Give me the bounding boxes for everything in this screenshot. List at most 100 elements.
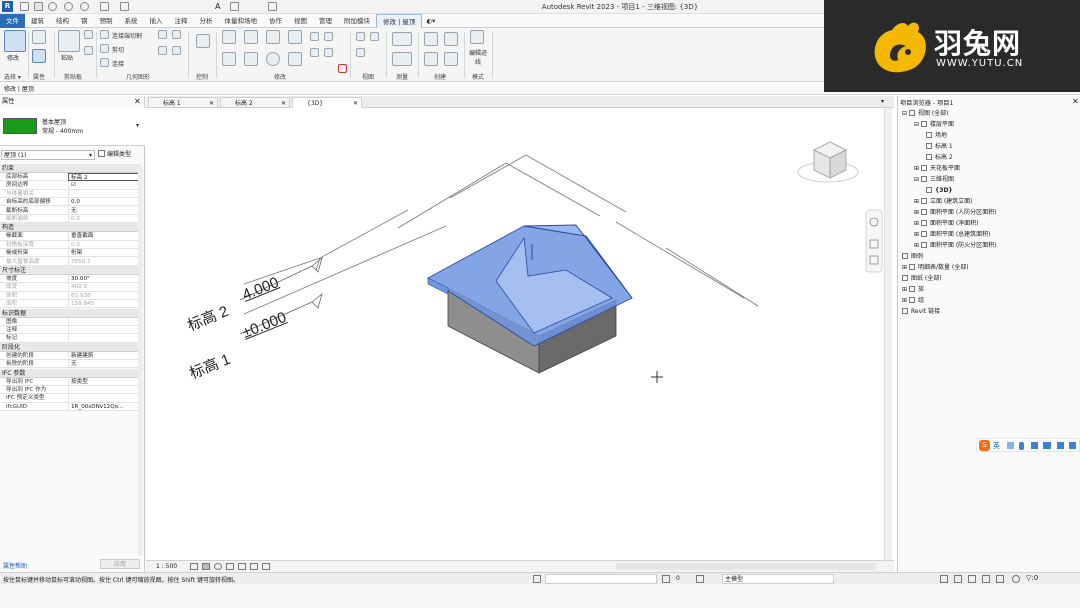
browser-item[interactable]: 图例 <box>902 251 923 262</box>
property-value[interactable]: ☑ <box>68 181 140 190</box>
join-icon[interactable] <box>100 58 109 67</box>
browser-item[interactable]: ⊞ 面积平面 (净面积) <box>914 218 979 229</box>
geometry-tool-4-icon[interactable] <box>172 46 181 55</box>
text-icon[interactable]: A <box>215 2 224 11</box>
ime-skin-icon[interactable] <box>1031 442 1038 449</box>
tab-file[interactable]: 文件 <box>0 13 25 28</box>
select-links-icon[interactable] <box>940 575 948 583</box>
ime-toolbar[interactable]: S 英 <box>976 438 1080 452</box>
property-value[interactable]: 1R_00sDNv12Qo... <box>68 402 140 411</box>
expand-icon[interactable]: ⊞ <box>902 264 909 271</box>
expand-icon[interactable]: ⊞ <box>914 209 921 216</box>
geometry-tool-2-icon[interactable] <box>172 30 181 39</box>
browser-item[interactable]: ⊟ 视图 (全部) <box>902 108 949 119</box>
design-options-field[interactable] <box>545 574 657 584</box>
select-dropdown[interactable]: 选择 ▾ <box>4 72 21 81</box>
browser-item[interactable]: 图纸 (全部) <box>902 273 942 284</box>
pin-icon[interactable] <box>196 34 210 48</box>
property-value[interactable] <box>68 334 140 343</box>
properties-help-link[interactable]: 属性帮助 <box>3 561 27 570</box>
tab-annotate[interactable]: 注释 <box>169 14 194 28</box>
switch-windows-icon[interactable] <box>268 2 277 11</box>
viewcube-icon[interactable] <box>797 141 859 183</box>
browser-item[interactable]: 场地 <box>926 130 947 141</box>
property-value[interactable]: 标高 2 <box>68 173 140 181</box>
property-value[interactable]: 桁架 <box>68 249 140 258</box>
modify-select-icon[interactable] <box>4 30 26 52</box>
align-icon[interactable] <box>222 30 236 44</box>
browser-item[interactable]: ⊟ 楼层平面 <box>914 119 954 130</box>
ime-keyboard-icon[interactable] <box>1043 442 1051 449</box>
browser-item[interactable]: ⊞ 天花板平面 <box>914 163 960 174</box>
move-icon[interactable] <box>222 52 236 66</box>
worksets-icon[interactable] <box>533 575 541 583</box>
section-header[interactable]: 标识数据 <box>0 308 141 318</box>
browser-item[interactable]: ⊞ 明细表/数量 (全部) <box>902 262 969 273</box>
tab-addins[interactable]: 附加模块 <box>338 14 376 28</box>
hide-icon[interactable] <box>356 32 365 41</box>
browser-item[interactable]: ⊞ 族 <box>902 284 924 295</box>
horizontal-scrollbar[interactable] <box>616 563 876 570</box>
select-pinned-icon[interactable] <box>968 575 976 583</box>
property-value[interactable]: 新建建筑 <box>68 351 140 360</box>
ime-mic-icon[interactable] <box>1019 442 1024 450</box>
shadows-icon[interactable] <box>226 563 234 570</box>
tab-analyze[interactable]: 分析 <box>194 14 219 28</box>
property-value[interactable]: 无 <box>68 360 140 369</box>
sync-icon[interactable] <box>48 2 57 11</box>
view-window-controls[interactable]: ▾ <box>881 98 884 105</box>
create-assembly-icon[interactable] <box>444 52 458 66</box>
cope-icon[interactable] <box>100 30 109 39</box>
linework-icon[interactable] <box>356 48 365 57</box>
copy-element-icon[interactable] <box>244 52 258 66</box>
property-value[interactable] <box>68 317 140 326</box>
section-header[interactable]: IFC 参数 <box>0 368 141 378</box>
tab-architecture[interactable]: 建筑 <box>25 14 50 28</box>
array-icon[interactable] <box>324 32 333 41</box>
property-value[interactable] <box>68 326 140 334</box>
browser-item[interactable]: ⊞ 立面 (建筑立面) <box>914 196 973 207</box>
tab-massing-site[interactable]: 体量和场地 <box>219 14 264 28</box>
sun-path-icon[interactable] <box>214 563 222 570</box>
select-by-face-icon[interactable] <box>982 575 990 583</box>
section-header[interactable]: 阶段化 <box>0 342 141 352</box>
chevron-down-icon[interactable]: ▾ <box>136 122 139 129</box>
join-cut-label[interactable]: 连接端切割 <box>112 31 142 40</box>
browser-item[interactable]: {3D} <box>926 185 953 196</box>
geometry-tool-3-icon[interactable] <box>158 46 167 55</box>
edit-type-button[interactable]: 编辑类型 <box>98 150 131 160</box>
revit-logo-icon[interactable]: R <box>2 1 13 12</box>
print-icon[interactable] <box>100 2 109 11</box>
properties-icon[interactable] <box>32 49 46 63</box>
create-similar-icon[interactable] <box>424 52 438 66</box>
join-label[interactable]: 连接 <box>112 59 124 68</box>
hide-isolate-icon[interactable] <box>262 563 270 570</box>
rotate-icon[interactable] <box>266 52 280 66</box>
browser-item[interactable]: ⊞ 面积平面 (防火分区面积) <box>914 240 997 251</box>
tab-systems[interactable]: 系统 <box>119 14 144 28</box>
expand-icon[interactable]: ⊞ <box>914 165 921 172</box>
browser-item[interactable]: ⊞ 面积平面 (人防分区面积) <box>914 207 997 218</box>
scrollbar[interactable] <box>138 166 143 556</box>
cut-label[interactable]: 剪切 <box>112 45 124 54</box>
property-value[interactable]: 垂直截面 <box>68 232 140 241</box>
property-value[interactable] <box>68 394 140 403</box>
open-icon[interactable] <box>20 2 29 11</box>
browser-item[interactable]: 标高 2 <box>926 152 953 163</box>
measure-tool-icon[interactable] <box>392 32 412 46</box>
mirror-pick-icon[interactable] <box>266 30 280 44</box>
create-parts-icon[interactable] <box>424 32 438 46</box>
expand-icon[interactable]: ⊞ <box>914 220 921 227</box>
detail-level-icon[interactable] <box>190 563 198 570</box>
filter-status-icon[interactable]: ▽:0 <box>1026 574 1038 582</box>
select-underlay-icon[interactable] <box>954 575 962 583</box>
filter-icon[interactable] <box>696 575 704 583</box>
mirror-draw-icon[interactable] <box>288 30 302 44</box>
expand-icon[interactable]: ⊞ <box>914 198 921 205</box>
tab-insert[interactable]: 插入 <box>144 14 169 28</box>
section-header[interactable]: 约束 <box>0 164 141 173</box>
3d-view-icon[interactable] <box>230 2 239 11</box>
expand-icon[interactable]: ⊞ <box>914 242 921 249</box>
property-value[interactable]: 无 <box>68 206 140 215</box>
property-value[interactable]: 0.0 <box>68 198 140 207</box>
